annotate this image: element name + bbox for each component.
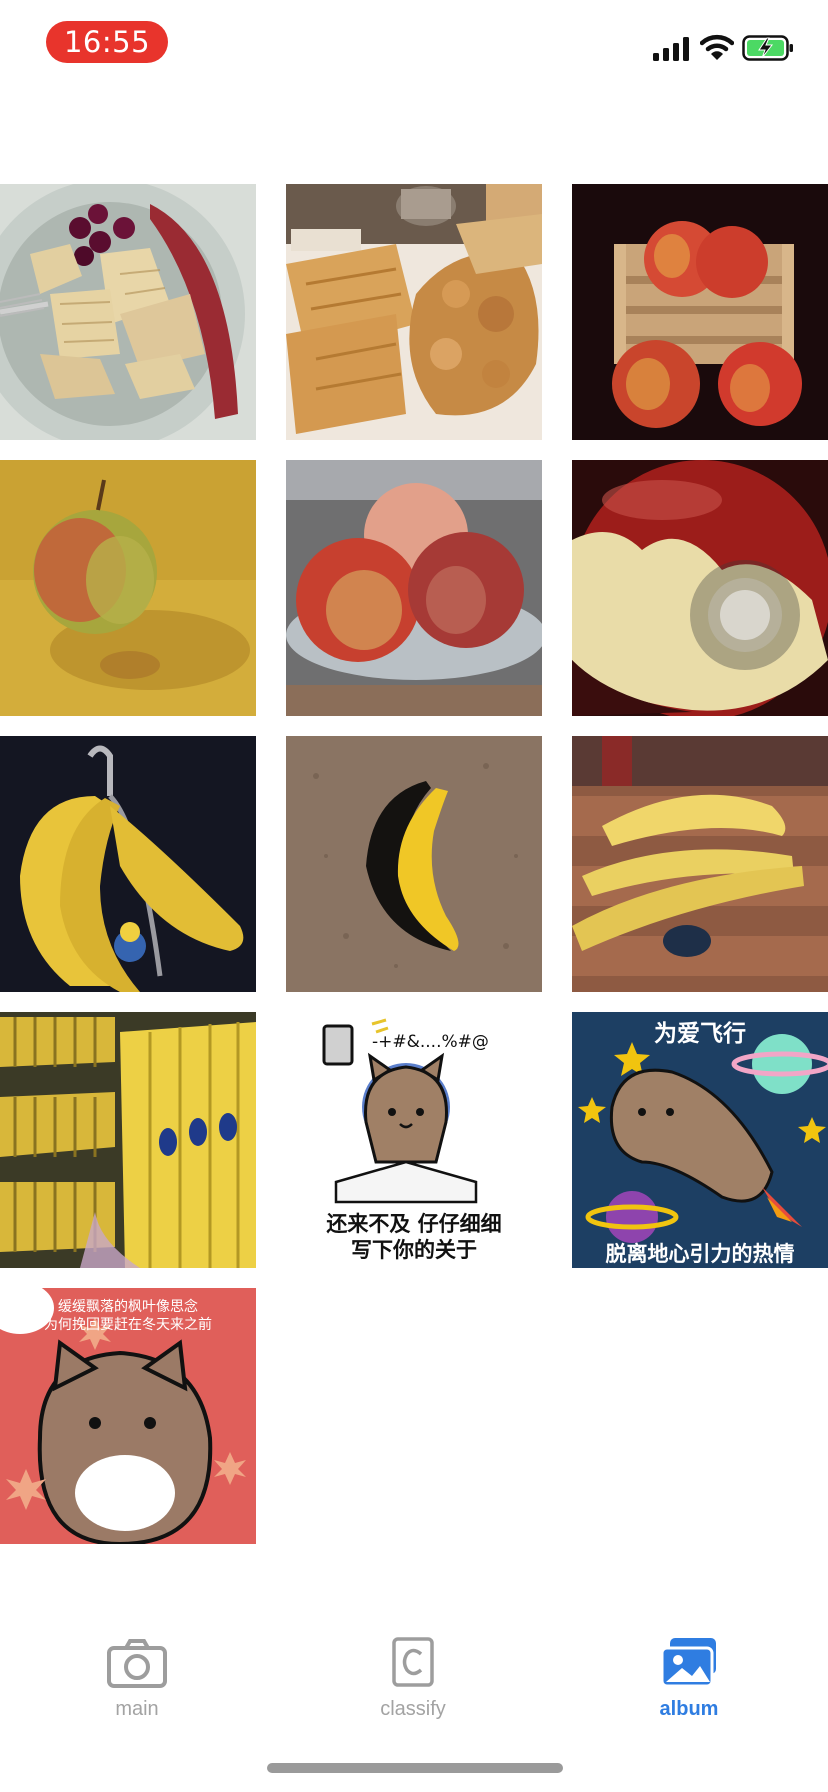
assistive-touch-core	[720, 590, 770, 640]
tab-album[interactable]: album	[599, 1612, 779, 1722]
photos-icon	[660, 1638, 716, 1688]
apples-on-crate-photo[interactable]	[572, 184, 828, 440]
status-bar: 16:55	[0, 0, 828, 90]
chicken-waffles-photo[interactable]	[286, 184, 542, 440]
apple-on-table-photo[interactable]	[0, 460, 256, 716]
cat-flying-sticker[interactable]: 为爱飞行 脱离地心引力的热情	[572, 1012, 828, 1268]
battery-charging-icon	[742, 35, 793, 61]
cellular-signal-icon	[653, 37, 689, 61]
sticker-caption-top: 为爱飞行	[654, 1021, 746, 1047]
assistive-touch-button[interactable]	[690, 560, 800, 670]
sticker-caption-line1: 缓缓飘落的枫叶像思念	[58, 1299, 198, 1315]
cat-maple-sticker[interactable]: 缓缓飘落的枫叶像思念 为何挽回要赶在冬天来之前	[0, 1288, 256, 1544]
sticker-caption-bottom: 脱离地心引力的热情	[605, 1242, 795, 1266]
tab-classify-label: classify	[380, 1698, 446, 1720]
bananas-on-hook-photo[interactable]	[0, 736, 256, 992]
bananas-on-bench-photo[interactable]	[572, 736, 828, 992]
tab-main-label: main	[115, 1698, 159, 1720]
banana-on-ground-photo[interactable]	[286, 736, 542, 992]
tab-album-label: album	[659, 1698, 719, 1720]
tab-main[interactable]: main	[47, 1612, 227, 1722]
sticker-caption-line2: 为何挽回要赶在冬天来之前	[44, 1317, 212, 1333]
camera-icon	[107, 1639, 167, 1688]
cat-writing-sticker[interactable]: -+#&....%#@ 还来不及 仔仔细细 写下你的关于	[286, 1012, 542, 1268]
wifi-icon	[700, 34, 734, 60]
banana-bunches-photo[interactable]	[0, 1012, 256, 1268]
apples-in-bowl-photo[interactable]	[286, 460, 542, 716]
sticker-caption-line2: 写下你的关于	[351, 1238, 477, 1262]
waffle-plate-photo[interactable]	[0, 184, 256, 440]
status-time[interactable]: 16:55	[46, 21, 168, 63]
home-indicator	[267, 1763, 563, 1773]
tab-bar: main classify album	[0, 1612, 828, 1722]
classify-c-icon	[392, 1637, 434, 1687]
sticker-symbols: -+#&....%#@	[372, 1032, 489, 1052]
tab-classify[interactable]: classify	[323, 1612, 503, 1722]
